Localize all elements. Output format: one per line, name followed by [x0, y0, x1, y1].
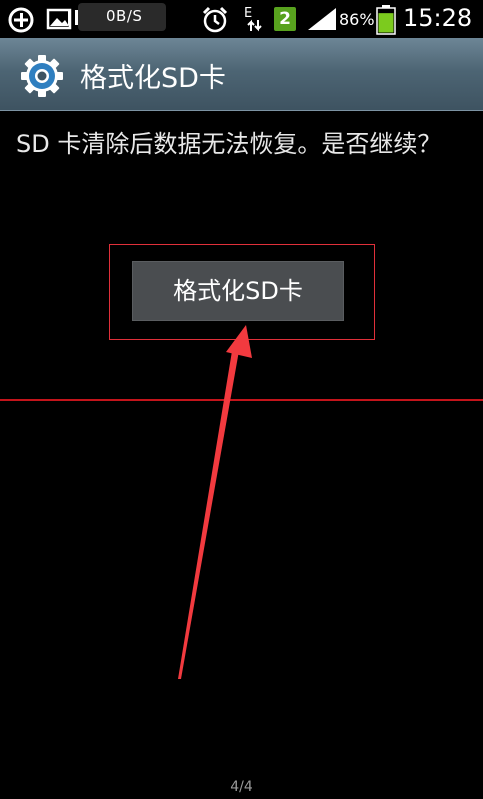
clock: 15:28 — [403, 4, 473, 32]
battery-icon — [376, 5, 396, 35]
format-sd-button[interactable]: 格式化SD卡 — [132, 261, 344, 321]
pause-icon — [68, 10, 78, 25]
divider-line — [0, 399, 483, 401]
status-bar: 0B/S E 2 86% 15:28 — [0, 0, 483, 38]
page-title: 格式化SD卡 — [80, 63, 226, 94]
gear-icon — [21, 55, 63, 97]
arrow-shaft — [178, 345, 240, 679]
alarm-icon — [202, 6, 228, 33]
net-speed-text: 0B/S — [106, 7, 143, 25]
data-transfer-icon: E — [244, 6, 262, 32]
warning-message: SD 卡清除后数据无法恢复。是否继续？ — [16, 130, 442, 158]
sim-badge: 2 — [274, 7, 296, 31]
network-type-label: E — [244, 6, 252, 21]
battery-percent: 86% — [339, 10, 375, 29]
add-circle-icon — [8, 7, 34, 33]
signal-icon — [308, 8, 336, 30]
page-indicator: 4/4 — [230, 779, 253, 795]
title-bar: 格式化SD卡 — [0, 38, 483, 111]
